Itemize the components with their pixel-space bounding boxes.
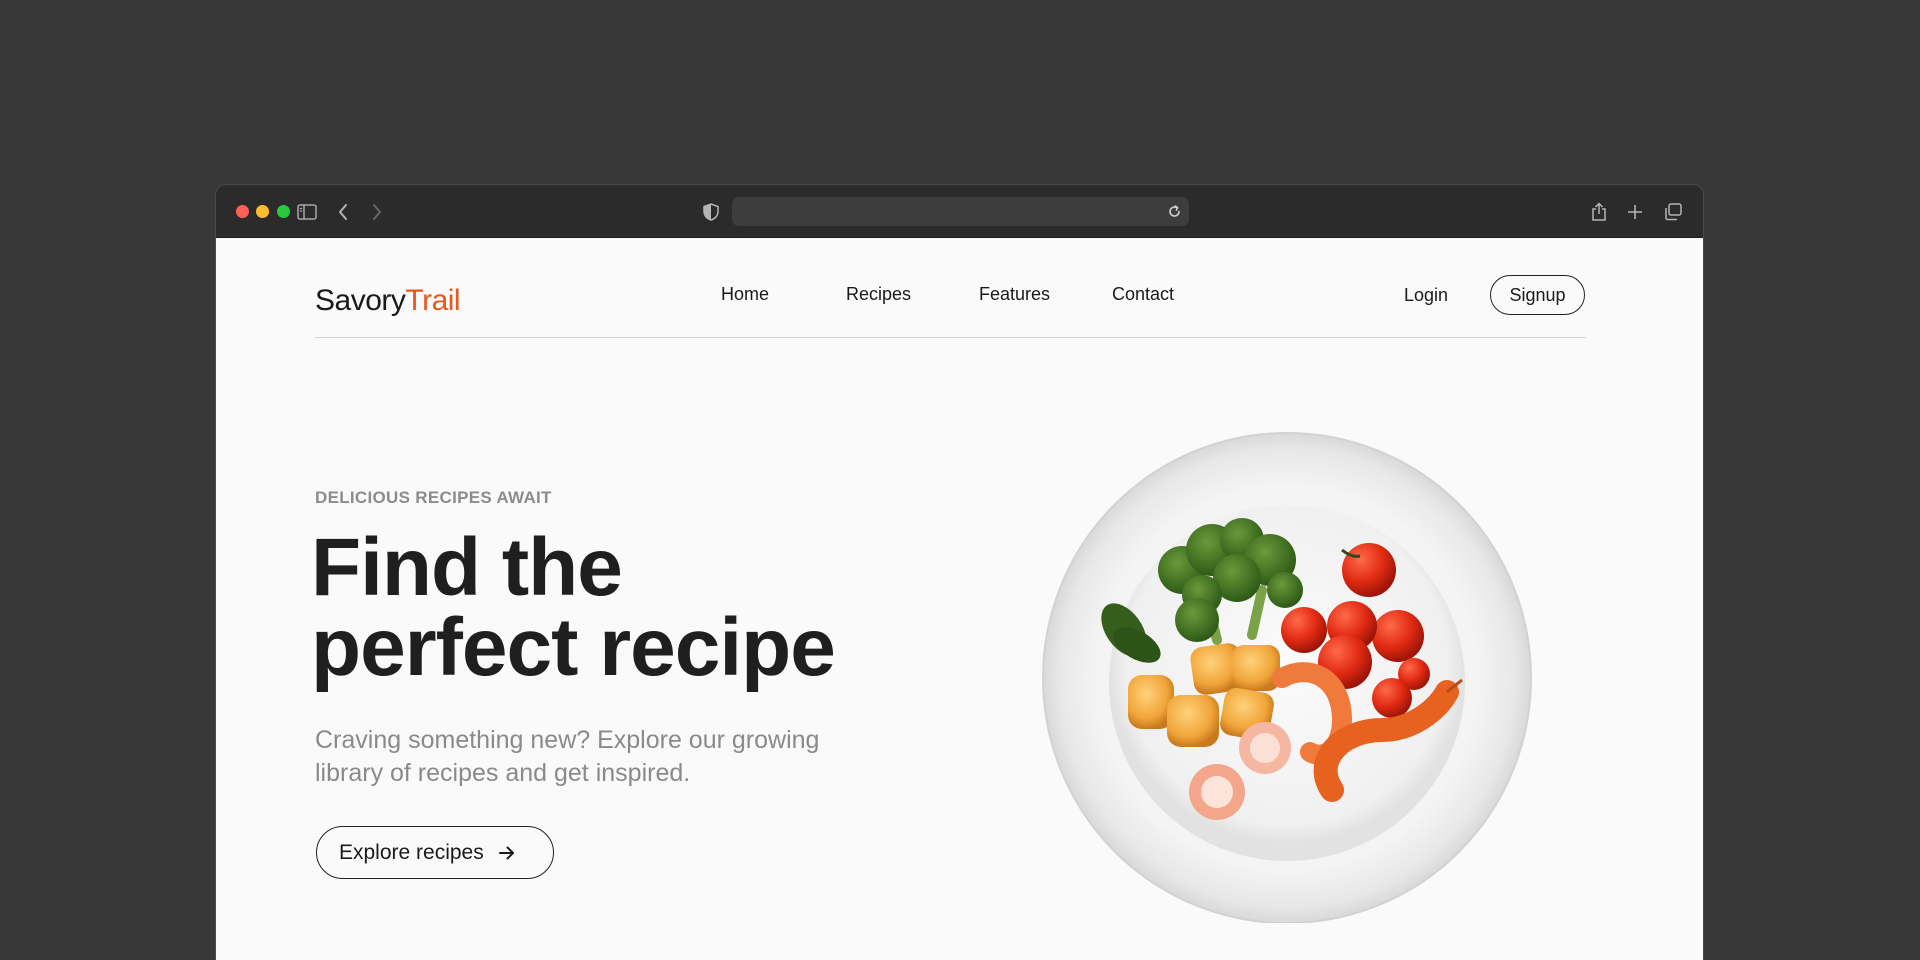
hero-subtext: Craving something new? Explore our growi… [315, 724, 915, 790]
logo-text-trail: Trail [405, 284, 461, 317]
hero-headline-line1: Find the [311, 522, 623, 613]
nav-contact[interactable]: Contact [1112, 284, 1174, 305]
chevron-left-icon[interactable] [330, 199, 356, 225]
tab-overview-icon[interactable] [1660, 199, 1686, 225]
nav-recipes[interactable]: Recipes [846, 284, 911, 305]
logo-text-savory: Savory [315, 284, 406, 317]
hero-headline-line2: perfect recipe [311, 602, 836, 693]
login-link[interactable]: Login [1404, 285, 1448, 306]
browser-window: SavoryTrail Home Recipes Features Contac… [216, 185, 1703, 960]
sidebar-toggle-icon[interactable] [294, 199, 320, 225]
plus-icon[interactable] [1622, 199, 1648, 225]
browser-toolbar [216, 185, 1703, 238]
nav-features[interactable]: Features [979, 284, 1050, 305]
web-page: SavoryTrail Home Recipes Features Contac… [216, 238, 1703, 960]
hero-subtext-line1: Craving something new? Explore our growi… [315, 726, 820, 754]
shield-icon[interactable] [698, 199, 724, 225]
explore-recipes-label: Explore recipes [339, 840, 484, 864]
nav-home[interactable]: Home [721, 284, 769, 305]
minimize-window-button[interactable] [256, 205, 269, 218]
explore-recipes-button[interactable]: Explore recipes [316, 826, 554, 879]
hero-food-image [1042, 430, 1532, 924]
header-divider [315, 337, 1586, 338]
reload-icon[interactable] [1166, 203, 1183, 220]
hero-eyebrow: DELICIOUS RECIPES AWAIT [315, 488, 552, 507]
hero-subtext-line2: library of recipes and get inspired. [315, 759, 691, 787]
hero-headline: Find the perfect recipe [311, 527, 931, 689]
share-icon[interactable] [1586, 199, 1612, 225]
close-window-button[interactable] [236, 205, 249, 218]
maximize-window-button[interactable] [277, 205, 290, 218]
arrow-right-icon [498, 845, 516, 861]
address-bar[interactable] [732, 197, 1189, 226]
chevron-right-icon[interactable] [364, 199, 390, 225]
site-logo[interactable]: SavoryTrail [315, 284, 461, 318]
signup-button[interactable]: Signup [1490, 275, 1585, 315]
